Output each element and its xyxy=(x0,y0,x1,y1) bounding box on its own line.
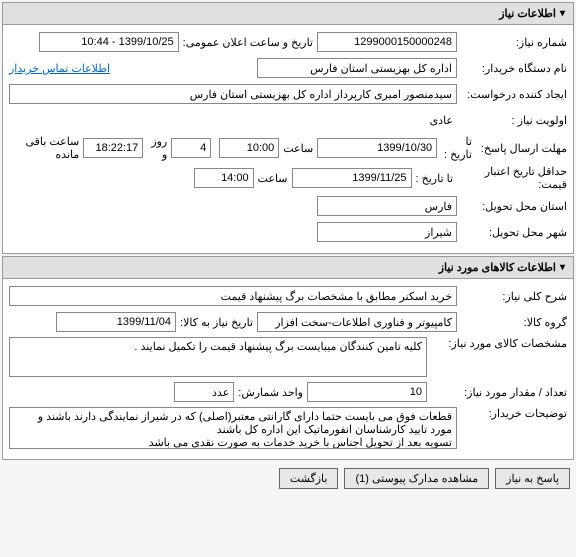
unit-field[interactable] xyxy=(174,382,234,402)
deadline-time-field[interactable] xyxy=(219,138,279,158)
collapse-icon: ▾ xyxy=(560,262,565,273)
goods-group-field[interactable] xyxy=(257,312,457,332)
need-date-field[interactable] xyxy=(56,312,176,332)
city-label: شهر محل تحویل: xyxy=(457,226,567,239)
buyer-org-label: نام دستگاه خریدار: xyxy=(457,62,567,75)
buyer-org-field[interactable] xyxy=(257,58,457,78)
deadline-to-label: تا تاریخ : xyxy=(441,135,472,161)
province-label: استان محل تحویل: xyxy=(457,200,567,213)
public-datetime-label: تاریخ و ساعت اعلان عمومی: xyxy=(183,36,313,49)
hours-left-field[interactable] xyxy=(83,138,143,158)
deadline-label: مهلت ارسال پاسخ: xyxy=(476,142,567,155)
buyer-notes-field[interactable] xyxy=(9,407,457,449)
quantity-field[interactable] xyxy=(307,382,427,402)
need-number-label: شماره نیاز: xyxy=(457,36,567,49)
creator-label: ایجاد کننده درخواست: xyxy=(457,88,567,101)
deadline-date-field[interactable] xyxy=(317,138,437,158)
goods-spec-label: مشخصات کالای مورد نیاز: xyxy=(427,337,567,350)
buyer-contact-link[interactable]: اطلاعات تماس خریدار xyxy=(9,62,110,75)
remaining-label: ساعت باقی مانده xyxy=(13,135,79,161)
creator-field[interactable] xyxy=(9,84,457,104)
goods-info-section: ▾ اطلاعات کالاهای مورد نیاز شرح کلی نیاز… xyxy=(2,256,574,460)
city-field[interactable] xyxy=(317,222,457,242)
need-date-label: تاریخ نیاز به کالا: xyxy=(180,316,253,329)
general-desc-field[interactable] xyxy=(9,286,457,306)
goods-group-label: گروه کالا: xyxy=(457,316,567,329)
section1-title: اطلاعات نیاز xyxy=(499,7,556,20)
province-field[interactable] xyxy=(317,196,457,216)
need-info-section: ▾ اطلاعات نیاز شماره نیاز: تاریخ و ساعت … xyxy=(2,2,574,254)
time-label1: ساعت xyxy=(283,142,313,155)
section2-title: اطلاعات کالاهای مورد نیاز xyxy=(439,261,556,274)
min-validity-date-field[interactable] xyxy=(292,168,412,188)
goods-spec-field[interactable] xyxy=(9,337,427,377)
min-validity-to-label: تا تاریخ : xyxy=(416,172,453,185)
public-datetime-field[interactable] xyxy=(39,32,179,52)
back-button[interactable]: بازگشت xyxy=(279,468,339,489)
buyer-notes-label: توضیحات خریدار: xyxy=(457,407,567,420)
need-number-field[interactable] xyxy=(317,32,457,52)
days-label: روز و xyxy=(147,135,167,161)
unit-label: واحد شمارش: xyxy=(238,386,303,399)
quantity-label: تعداد / مقدار مورد نیاز: xyxy=(427,386,567,399)
priority-value: عادی xyxy=(426,112,457,129)
min-validity-label: حداقل تاریخ اعتبار قیمت: xyxy=(457,165,567,191)
goods-info-header[interactable]: ▾ اطلاعات کالاهای مورد نیاز xyxy=(3,257,573,279)
min-validity-time-field[interactable] xyxy=(194,168,254,188)
time-label2: ساعت xyxy=(258,172,288,185)
attachments-button[interactable]: مشاهده مدارک پیوستی (1) xyxy=(344,468,489,489)
collapse-icon: ▾ xyxy=(560,8,565,19)
action-buttons: پاسخ به نیاز مشاهده مدارک پیوستی (1) باز… xyxy=(0,462,576,495)
respond-button[interactable]: پاسخ به نیاز xyxy=(495,468,570,489)
general-desc-label: شرح کلی نیاز: xyxy=(457,290,567,303)
days-left-field[interactable] xyxy=(171,138,211,158)
priority-label: اولویت نیاز : xyxy=(457,114,567,127)
need-info-header[interactable]: ▾ اطلاعات نیاز xyxy=(3,3,573,25)
